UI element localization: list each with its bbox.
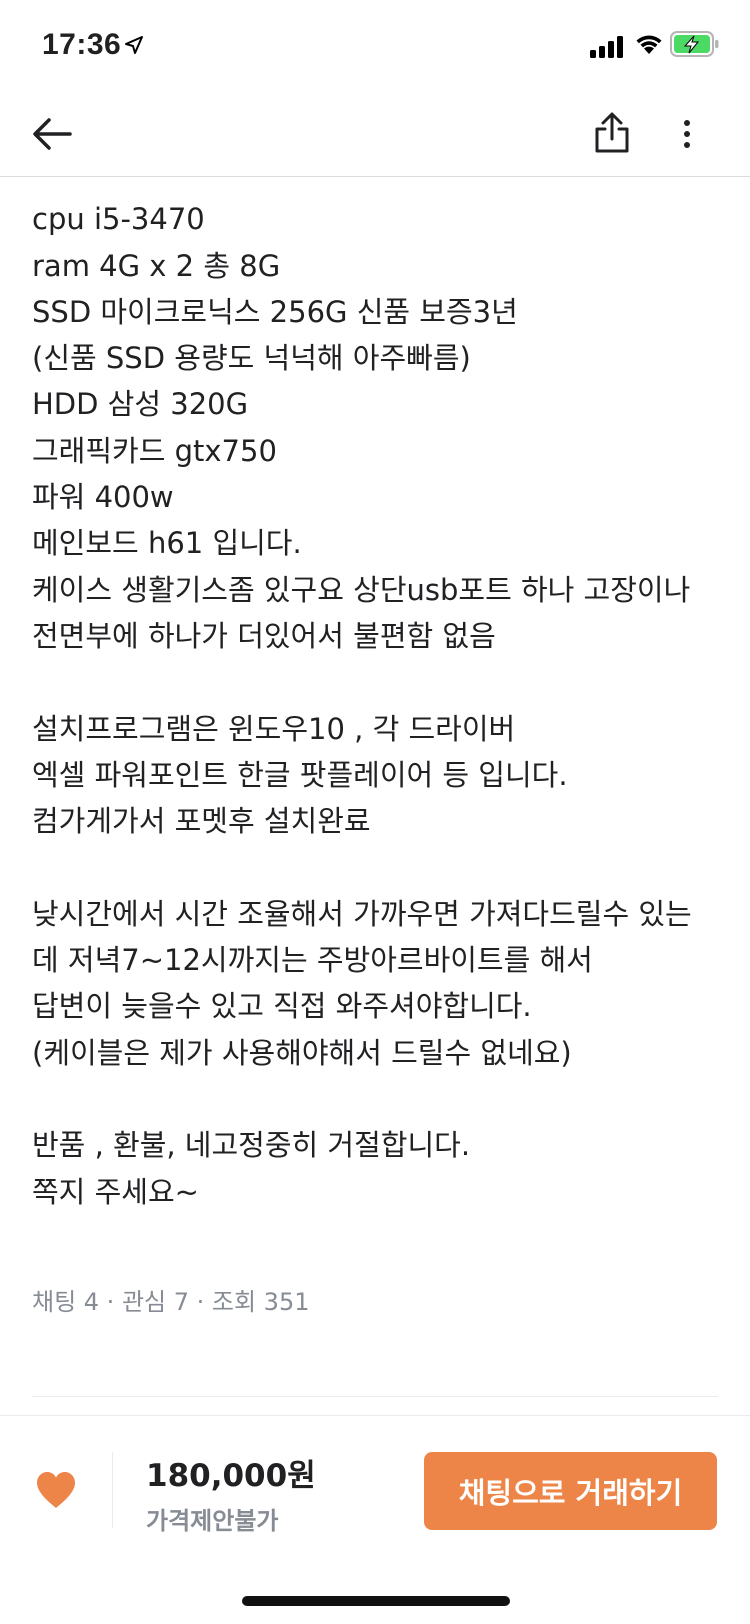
price: 180,000원 (146, 1458, 316, 1494)
description-line: 파워 400w (32, 480, 174, 515)
description-line (32, 844, 722, 890)
nav-bar (0, 90, 750, 177)
more-options-button[interactable] (672, 108, 702, 160)
description-line: 엑셀 파워포인트 한글 팟플레이어 등 입니다. (32, 757, 568, 792)
description-line (32, 659, 722, 705)
article-content: cpu i5-3470 ram 4G x 2 총 8G SSD 마이크로닉스 2… (0, 150, 750, 1410)
status-time: 17:36 (42, 28, 122, 61)
description: cpu i5-3470 ram 4G x 2 총 8G SSD 마이크로닉스 2… (32, 150, 722, 1215)
description-line: 쪽지 주세요~ (32, 1174, 199, 1209)
description-line: 데 저녁7~12시까지는 주방아르바이트를 해서 (32, 943, 593, 978)
status-bar: 17:36 (0, 0, 750, 90)
description-line: 전면부에 하나가 더있어서 불편함 없음 (32, 618, 496, 653)
wifi-icon (636, 35, 662, 54)
divider (32, 1396, 718, 1397)
description-line: 낮시간에서 시간 조율해서 가까우면 가져다드릴수 있는 (32, 896, 692, 931)
description-line: (신품 SSD 용량도 넉넉해 아주빠름) (32, 341, 471, 376)
description-line: 그래픽카드 gtx750 (32, 433, 277, 468)
bottom-action-bar: 180,000원 가격제안불가 채팅으로 거래하기 (0, 1415, 750, 1624)
description-line: SSD 마이크로닉스 256G 신품 보증3년 (32, 294, 518, 329)
description-line: 설치프로그램은 윈도우10 , 각 드라이버 (32, 711, 516, 746)
chat-trade-button[interactable]: 채팅으로 거래하기 (424, 1452, 717, 1530)
description-line: ram 4G x 2 총 8G (32, 248, 281, 283)
divider (112, 1452, 113, 1528)
share-icon (595, 112, 629, 153)
description-line (32, 1076, 722, 1122)
description-line: HDD 삼성 320G (32, 387, 249, 422)
description-line: 반품 , 환불, 네고정중히 거절합니다. (32, 1128, 471, 1163)
article-stats: 채팅 4 · 관심 7 · 조회 351 (32, 1288, 310, 1316)
description-line: 메인보드 h61 입니다. (32, 526, 302, 561)
heart-icon (37, 1472, 75, 1508)
description-line: (케이블은 제가 사용해야해서 드릴수 없네요) (32, 1035, 572, 1070)
description-line: cpu i5-3470 (32, 202, 205, 237)
share-button[interactable] (585, 106, 639, 160)
back-arrow-icon (33, 118, 72, 150)
home-indicator (242, 1596, 510, 1606)
signal-icon (590, 36, 623, 58)
battery-charging-icon (670, 31, 719, 57)
more-vertical-icon (684, 120, 690, 148)
description-line: 케이스 생활기스좀 있구요 상단usb포트 하나 고장이나 (32, 572, 691, 607)
back-button[interactable] (26, 108, 78, 160)
like-button[interactable] (30, 1464, 82, 1516)
location-arrow-icon (125, 36, 143, 54)
screen: 17:36 cpu i5-3470 ram 4G x 2 총 8G SSD 마이… (0, 0, 750, 1624)
description-line: 답변이 늦을수 있고 직접 와주셔야합니다. (32, 989, 532, 1024)
description-line: 컴가게가서 포멧후 설치완료 (32, 804, 371, 839)
price-negotiation-note: 가격제안불가 (146, 1507, 279, 1535)
